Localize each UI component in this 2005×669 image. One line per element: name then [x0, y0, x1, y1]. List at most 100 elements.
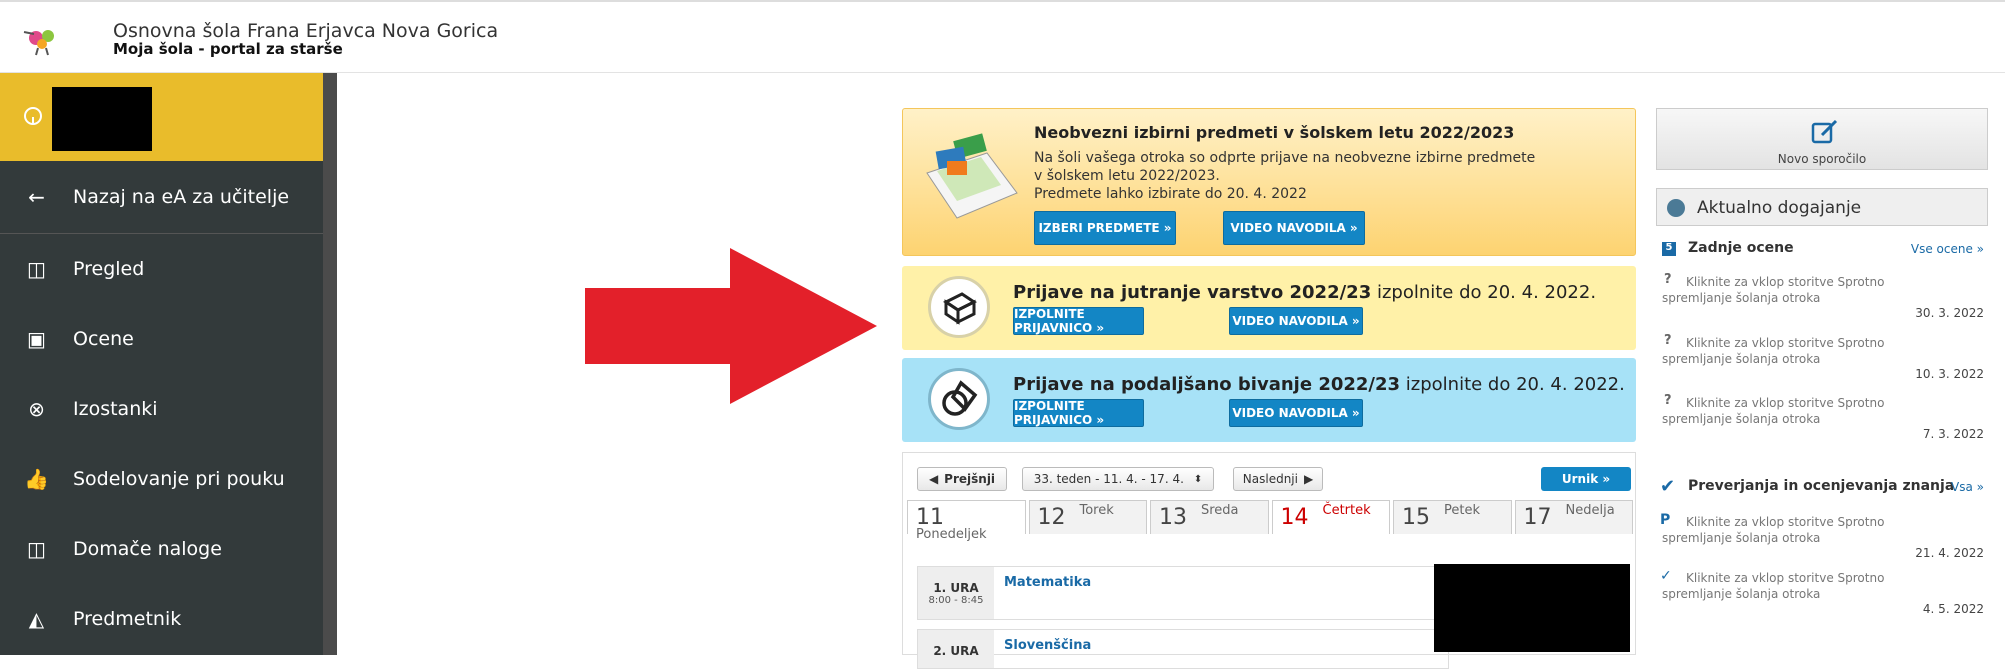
item-text: Kliknite za vklop storitve Sprotno sprem… — [1662, 336, 1885, 366]
tab-day[interactable]: 13 Sreda — [1150, 500, 1269, 534]
item-date: 21. 4. 2022 — [1915, 546, 1984, 560]
izberi-predmete-button[interactable]: IZBERI PREDMETE » — [1034, 211, 1176, 245]
school-name: Osnovna šola Frana Erjavca Nova Gorica — [113, 20, 499, 42]
day-name: Petek — [1444, 503, 1480, 518]
sidebar-item-sodelovanje[interactable]: 👍 Sodelovanje pri pouku — [0, 444, 323, 514]
item-date: 7. 3. 2022 — [1922, 427, 1984, 441]
redacted-block — [1434, 564, 1630, 652]
aktualno-title: Aktualno dogajanje — [1697, 198, 1862, 218]
video-navodila-button[interactable]: VIDEO NAVODILA » — [1229, 399, 1363, 427]
card-title: Prijave na jutranje varstvo 2022/23 izpo… — [1013, 282, 1596, 303]
sidebar-item-predmetnik[interactable]: ◭ Predmetnik — [0, 584, 323, 654]
sidebar-item-domace-naloge[interactable]: ◫ Domače naloge — [0, 514, 323, 584]
day-number: 17 — [1523, 505, 1552, 530]
preverjanja-header: ✔ Preverjanja in ocenjevanja znanja Vsa … — [1656, 476, 1988, 498]
sidebar-item-label: Predmetnik — [73, 608, 182, 630]
sidebar-item-ocene[interactable]: ▣ Ocene — [0, 304, 323, 374]
book-icon: ◫ — [27, 257, 46, 281]
izbirni-predmeti-card: Neobvezni izbirni predmeti v šolskem let… — [902, 108, 1636, 256]
card-title-rest: izpolnite do 20. 4. 2022. — [1400, 374, 1625, 395]
item-date: 30. 3. 2022 — [1915, 306, 1984, 320]
tab-day-today[interactable]: 14 Četrtek — [1271, 500, 1390, 534]
week-select-value: 33. teden - 11. 4. - 17. 4. — [1033, 472, 1184, 486]
item-text: Kliknite za vklop storitve Sprotno sprem… — [1662, 396, 1885, 426]
card-title-rest: izpolnite do 20. 4. 2022. — [1371, 282, 1597, 303]
sidebar-item-izostanki[interactable]: ⊗ Izostanki — [0, 374, 323, 444]
absence-icon: ⊗ — [28, 397, 45, 421]
period-label: 2. URA — [933, 644, 979, 658]
aktualno-header: Aktualno dogajanje — [1656, 188, 1988, 226]
day-name: Nedelja — [1565, 503, 1615, 518]
shapes-icon — [928, 368, 990, 430]
day-number: 13 — [1159, 505, 1187, 530]
thumbs-up-icon: 👍 — [24, 467, 49, 491]
prev-week-label: Prejšnji — [944, 472, 996, 486]
zadnje-ocene-header: 5 Zadnje ocene Vse ocene » — [1656, 240, 1988, 260]
next-week-label: Naslednji — [1242, 472, 1298, 486]
period-time: 8:00 - 8:45 — [928, 595, 984, 606]
top-bar: Osnovna šola Frana Erjavca Nova Gorica M… — [0, 0, 2005, 73]
grades-icon: ▣ — [27, 327, 46, 351]
sidebar: ← Nazaj na eA za učitelje ◫ Pregled ▣ Oc… — [0, 73, 337, 655]
book-icon: ◫ — [27, 537, 46, 561]
documents-illustration-icon — [926, 133, 1018, 219]
urnik-button[interactable]: Urnik » — [1541, 467, 1631, 491]
card-text: Na šoli vašega otroka so odprte prijave … — [1034, 149, 1554, 203]
sidebar-item-label: Ocene — [73, 328, 134, 350]
card-title-bold: Prijave na jutranje varstvo 2022/23 — [1013, 282, 1372, 303]
item-date: 4. 5. 2022 — [1922, 602, 1984, 616]
sidebar-item-pregled[interactable]: ◫ Pregled — [0, 234, 323, 304]
item-text: Kliknite za vklop storitve Sprotno sprem… — [1662, 515, 1885, 545]
item-text: Kliknite za vklop storitve Sprotno sprem… — [1662, 275, 1885, 305]
section-title: Zadnje ocene — [1688, 240, 1794, 256]
user-box[interactable] — [0, 73, 323, 161]
caret-left-icon: ◀ — [928, 472, 939, 486]
clock-icon — [1667, 199, 1685, 217]
tab-day[interactable]: 15 Petek — [1393, 500, 1512, 534]
redacted-user-name — [52, 87, 152, 151]
lesson-row[interactable]: 2. URA Slovenščina — [917, 629, 1449, 669]
portal-name: Moja šola - portal za starše — [113, 40, 343, 58]
ruler-icon: ◭ — [28, 607, 45, 631]
sidebar-item-label: Domače naloge — [73, 538, 222, 560]
izpolnite-prijavnico-button[interactable]: IZPOLNITE PRIJAVNICO » — [1013, 307, 1144, 335]
sidebar-item-label: Pregled — [73, 258, 145, 280]
tab-day[interactable]: 11 Ponedeljek — [907, 500, 1026, 542]
day-name: Ponedeljek — [916, 527, 987, 542]
izpolnite-prijavnico-button[interactable]: IZPOLNITE PRIJAVNICO » — [1013, 399, 1144, 427]
tab-day[interactable]: 17 Nedelja — [1514, 500, 1633, 534]
video-navodila-button[interactable]: VIDEO NAVODILA » — [1229, 307, 1363, 335]
key-icon — [24, 107, 42, 125]
week-select[interactable]: 33. teden - 11. 4. - 17. 4. ⬍ — [1022, 467, 1214, 491]
day-number: 15 — [1402, 505, 1430, 530]
right-column: Novo sporočilo Aktualno dogajanje 5 Zadn… — [1656, 108, 1988, 616]
card-title-bold: Prijave na podaljšano bivanje 2022/23 — [1013, 374, 1401, 395]
item-text: Kliknite za vklop storitve Sprotno sprem… — [1662, 571, 1885, 601]
lesson-subject[interactable]: Matematika — [1004, 575, 1091, 590]
card-title: Prijave na podaljšano bivanje 2022/23 iz… — [1013, 374, 1625, 395]
card-text-line: Na šoli vašega otroka so odprte prijave … — [1034, 150, 1536, 166]
back-label: Nazaj na eA za učitelje — [73, 186, 290, 208]
grade-badge-icon: 5 — [1662, 242, 1676, 256]
school-logo-icon[interactable] — [20, 24, 62, 56]
lesson-period: 2. URA — [918, 630, 994, 668]
tab-day[interactable]: 12 Torek — [1028, 500, 1147, 534]
prev-week-button[interactable]: ◀ Prejšnji — [917, 467, 1007, 491]
lesson-row[interactable]: 1. URA 8:00 - 8:45 Matematika — [917, 566, 1449, 620]
card-text-line: v šolskem letu 2022/2023. — [1034, 168, 1220, 184]
vse-ocene-link[interactable]: Vse ocene » — [1911, 242, 1984, 256]
arrow-left-icon: ← — [28, 185, 45, 209]
vsa-link[interactable]: Vsa » — [1951, 480, 1984, 494]
lesson-subject[interactable]: Slovenščina — [1004, 638, 1091, 653]
back-to-ea-link[interactable]: ← Nazaj na eA za učitelje — [0, 161, 323, 234]
sidebar-item-label: Izostanki — [73, 398, 158, 420]
new-message-button[interactable]: Novo sporočilo — [1656, 108, 1988, 170]
video-navodila-button[interactable]: VIDEO NAVODILA » — [1223, 211, 1365, 245]
caret-right-icon: ▶ — [1303, 472, 1314, 486]
next-week-button[interactable]: Naslednji ▶ — [1233, 467, 1323, 491]
new-message-label: Novo sporočilo — [1777, 152, 1867, 166]
updown-icon: ⬍ — [1193, 473, 1203, 485]
day-number: 14 — [1280, 505, 1309, 530]
day-name: Torek — [1079, 503, 1114, 518]
box-icon — [928, 276, 990, 338]
